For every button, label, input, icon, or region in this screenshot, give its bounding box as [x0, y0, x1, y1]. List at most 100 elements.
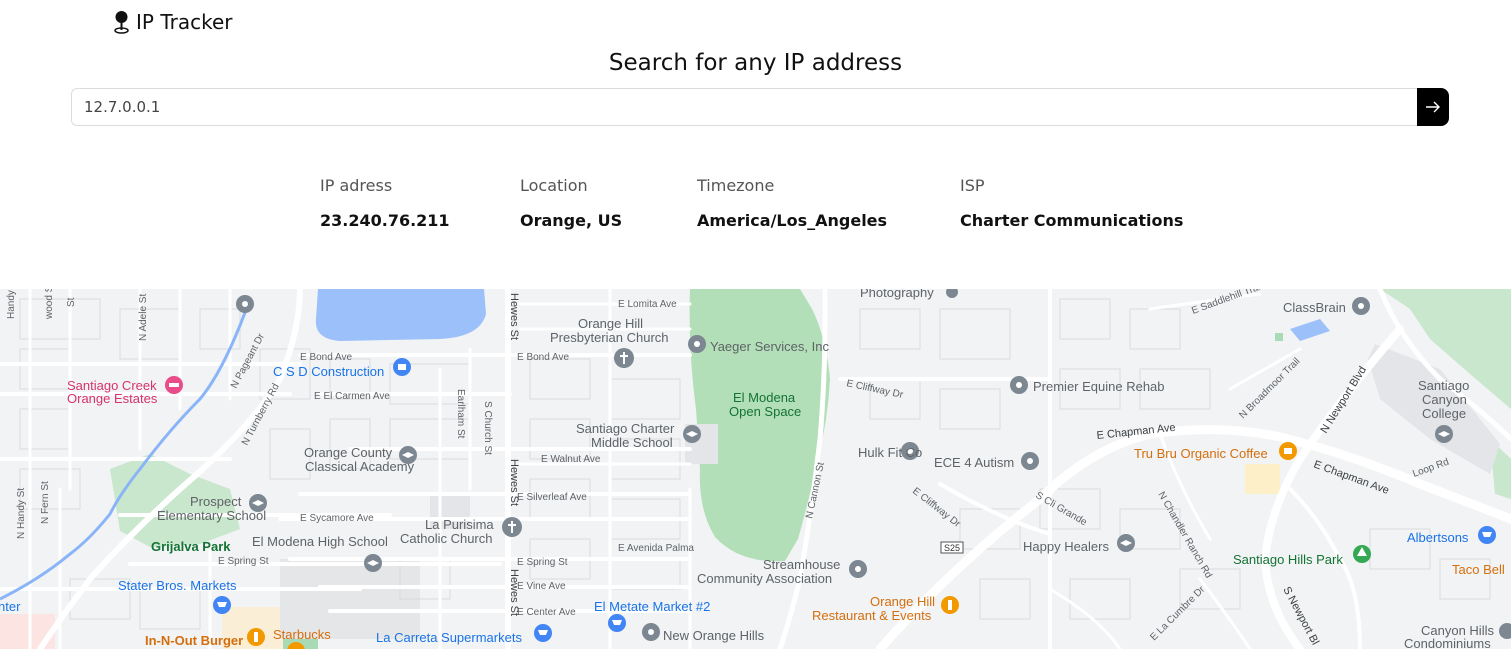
label-taco-bell: Taco Bell [1452, 562, 1505, 577]
label-prospect-1: Prospect [190, 494, 242, 509]
location-label: Location [520, 176, 588, 195]
label-santiago-charter-1: Santiago Charter [576, 421, 675, 436]
street-handy-st: Handy St [6, 289, 17, 319]
isp-value: Charter Communications [960, 211, 1184, 230]
label-grijalva: Grijalva Park [151, 539, 231, 554]
label-starbucks: Starbucks [273, 627, 331, 642]
location-info: Location Orange, US [520, 176, 622, 230]
app-title: IP Tracker [136, 10, 233, 34]
street-loop: Loop Rd [1411, 457, 1450, 480]
shopping-icon[interactable] [393, 358, 411, 376]
label-canyon-hills-2: Condominiums [1404, 636, 1491, 649]
label-orange-hill-church-1: Orange Hill [578, 316, 643, 331]
street-la-cumbre: E La Cumbre Dr [1148, 584, 1207, 643]
label-streamhouse-1: Streamhouse [763, 557, 840, 572]
street-cliffway-1: E Cliffway Dr [845, 378, 904, 401]
school-icon[interactable] [364, 554, 382, 572]
church-icon[interactable] [502, 517, 522, 537]
label-tru-bru: Tru Bru Organic Coffee [1134, 446, 1268, 461]
map[interactable]: S25 Handy St wood St St N Adele St N Pag… [0, 289, 1511, 649]
label-el-metate: El Metate Market #2 [594, 599, 710, 614]
label-el-modena-open-1: El Modena [733, 390, 796, 405]
isp-info: ISP Charter Communications [960, 176, 1183, 230]
street-center-ave: E Center Ave [517, 607, 576, 618]
app-logo[interactable]: IP Tracker [113, 10, 232, 34]
street-earlham: Earlham St [455, 389, 466, 439]
school-icon[interactable] [1435, 425, 1453, 443]
label-albertsons: Albertsons [1407, 530, 1469, 545]
label-classbrain: ClassBrain [1283, 300, 1346, 315]
label-el-modena-open-2: Open Space [729, 404, 801, 419]
lodging-icon[interactable] [165, 376, 183, 394]
search-heading: Search for any IP address [608, 50, 903, 76]
label-stater: Stater Bros. Markets [118, 578, 237, 593]
street-palma: E Avenida Palma [618, 543, 694, 554]
street-s-newport: S Newport Bl [1280, 585, 1321, 647]
label-new-orange-hills: New Orange Hills [663, 628, 765, 643]
street-n-handy-st: N Handy St [16, 488, 27, 539]
timezone-value: America/Los_Angeles [697, 211, 888, 230]
pin-icon[interactable] [946, 289, 958, 298]
street-spring-1: E Spring St [218, 556, 269, 567]
park-icon[interactable] [1353, 545, 1371, 563]
label-yaeger: Yaeger Services, Inc [710, 339, 829, 354]
ip-search-input[interactable] [71, 88, 1417, 126]
restaurant-icon[interactable] [247, 628, 265, 646]
street-spring-2: E Spring St [517, 557, 568, 568]
isp-label: ISP [960, 176, 985, 195]
label-photography: Photography [860, 289, 934, 300]
label-santiago-canyon-2: Canyon [1422, 392, 1467, 407]
shopping-cart-icon[interactable] [534, 624, 552, 642]
pin-icon[interactable] [1010, 376, 1028, 394]
label-el-modena-hs: El Modena High School [252, 534, 388, 549]
location-value: Orange, US [520, 211, 623, 230]
street-saddlehill: E Saddlehill Trail [1190, 289, 1264, 317]
label-orange-hill-rest-2: Restaurant & Events [812, 608, 932, 623]
search-submit-button[interactable] [1417, 88, 1449, 126]
street-silverleaf: E Silverleaf Ave [517, 492, 587, 503]
label-santiago-hills-park: Santiago Hills Park [1233, 552, 1343, 567]
label-la-purisima-2: Catholic Church [400, 531, 493, 546]
shopping-cart-icon[interactable] [608, 614, 626, 632]
street-church: S Church St [482, 401, 493, 455]
label-la-carreta: La Carreta Supermarkets [376, 630, 522, 645]
label-la-purisima-1: La Purisima [425, 517, 494, 532]
label-in-n-out: In-N-Out Burger [145, 633, 243, 648]
pin-icon[interactable] [1021, 452, 1039, 470]
label-orange-hill-rest-1: Orange Hill [870, 594, 935, 609]
restaurant-icon[interactable] [941, 596, 959, 614]
label-santiago-canyon-3: College [1422, 406, 1466, 421]
street-hewes-3: Hewes St [508, 569, 520, 616]
street-adele: N Adele St [138, 294, 149, 341]
label-premier: Premier Equine Rehab [1033, 379, 1165, 394]
arrow-right-icon [1426, 101, 1440, 113]
label-oc-academy-2: Classical Academy [305, 459, 415, 474]
shopping-cart-icon[interactable] [1478, 526, 1496, 544]
label-prospect-2: Elementary School [157, 508, 266, 523]
pin-icon[interactable] [849, 560, 867, 578]
pin-icon[interactable] [642, 623, 660, 641]
street-vine: E Vine Ave [517, 581, 566, 592]
shopping-cart-icon[interactable] [213, 596, 231, 614]
ip-value: 23.240.76.211 [320, 211, 450, 230]
ip-label: IP adress [320, 176, 393, 195]
street-hewes-1: Hewes St [508, 293, 520, 340]
school-icon[interactable] [683, 425, 701, 443]
street-bond-2: E Bond Ave [517, 352, 570, 363]
ip-info: IP adress 23.240.76.211 [320, 176, 450, 230]
pin-icon[interactable] [236, 295, 254, 313]
street-newport: N Newport Blvd [1318, 364, 1369, 435]
label-santiago-creek-2: Orange Estates [67, 391, 158, 406]
school-icon[interactable] [1117, 534, 1135, 552]
label-happy: Happy Healers [1023, 539, 1109, 554]
pin-icon[interactable] [1352, 297, 1370, 315]
pin-icon[interactable] [688, 335, 706, 353]
street-walnut: E Walnut Ave [541, 454, 601, 465]
street-carmen: E El Carmen Ave [314, 391, 390, 402]
map-pin-icon [114, 11, 129, 34]
cafe-icon[interactable] [1279, 442, 1297, 460]
street-turnberry: N Turnberry Rd [240, 382, 282, 448]
pin-icon[interactable] [1499, 623, 1511, 639]
label-santiago-charter-2: Middle School [591, 435, 673, 450]
church-icon[interactable] [614, 348, 634, 368]
